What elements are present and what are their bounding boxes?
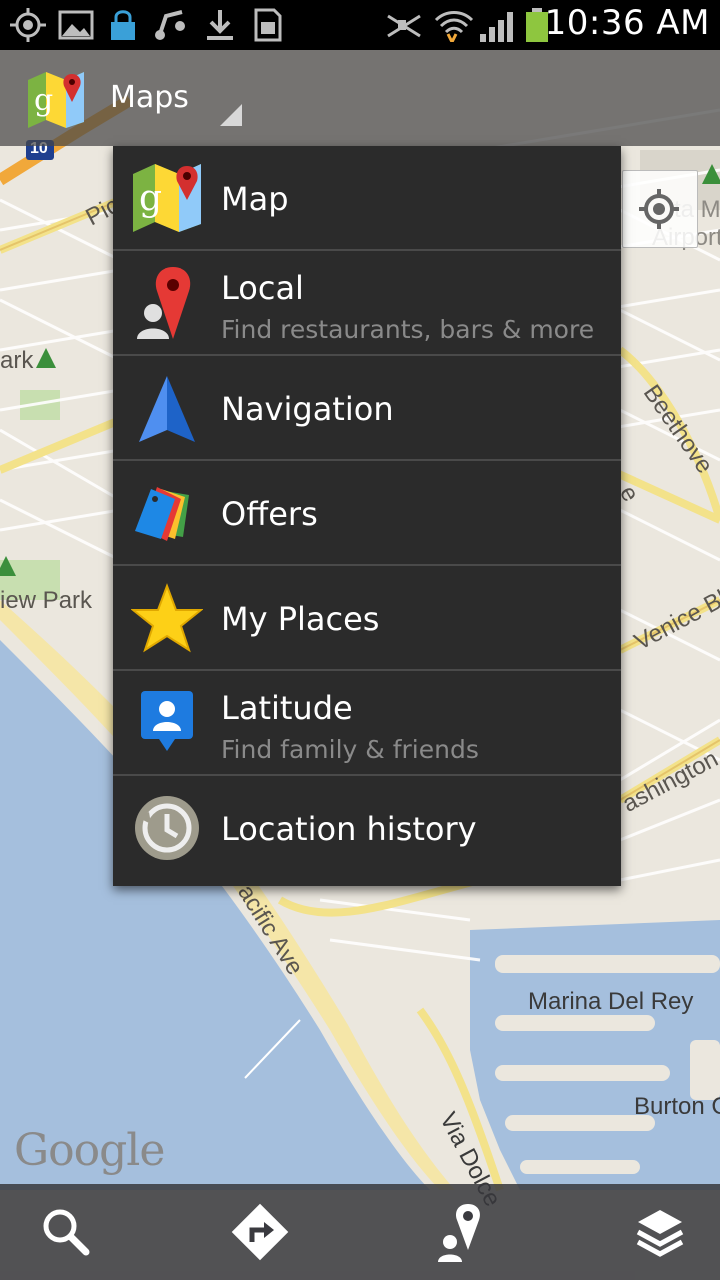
bottom-action-bar bbox=[0, 1184, 720, 1280]
crosshair-icon bbox=[639, 189, 679, 229]
menu-item-subtitle: Find restaurants, bars & more bbox=[221, 315, 595, 344]
map-icon: g bbox=[133, 164, 201, 232]
mute-icon bbox=[387, 14, 421, 38]
directions-icon[interactable] bbox=[230, 1202, 290, 1262]
history-clock-icon bbox=[135, 796, 199, 860]
download-icon bbox=[207, 10, 233, 40]
menu-item-label: Latitude bbox=[221, 689, 353, 727]
svg-text:g: g bbox=[139, 178, 162, 219]
action-bar: g Maps bbox=[0, 50, 720, 146]
map-label-marina: Marina Del Rey bbox=[528, 988, 694, 1015]
my-location-button[interactable] bbox=[622, 170, 698, 248]
menu-item-location-history[interactable]: Location history bbox=[113, 776, 621, 881]
search-icon[interactable] bbox=[36, 1202, 96, 1262]
wifi-icon bbox=[434, 11, 474, 42]
map-label-view-park: iew Park bbox=[0, 587, 93, 614]
menu-item-local[interactable]: Local Find restaurants, bars & more bbox=[113, 251, 621, 356]
menu-item-label: Location history bbox=[221, 810, 477, 848]
menu-item-latitude[interactable]: Latitude Find family & friends bbox=[113, 671, 621, 776]
menu-item-label: Map bbox=[221, 180, 289, 218]
places-pin-icon[interactable] bbox=[430, 1202, 490, 1262]
menu-item-label: Offers bbox=[221, 495, 318, 533]
svg-text:g: g bbox=[34, 83, 53, 118]
menu-item-map[interactable]: g Map bbox=[113, 146, 621, 251]
navigation-arrow-icon bbox=[139, 376, 195, 442]
latitude-person-icon bbox=[141, 691, 193, 751]
google-maps-logo-icon: g bbox=[28, 72, 84, 128]
dropdown-indicator-icon[interactable] bbox=[220, 104, 242, 126]
menu-item-label: My Places bbox=[221, 600, 380, 638]
menu-item-label: Navigation bbox=[221, 390, 394, 428]
image-icon bbox=[58, 10, 94, 40]
signal-icon bbox=[480, 12, 513, 42]
local-pin-icon bbox=[137, 267, 191, 339]
menu-item-navigation[interactable]: Navigation bbox=[113, 356, 621, 461]
menu-item-offers[interactable]: Offers bbox=[113, 461, 621, 566]
status-clock: 10:36 AM bbox=[544, 3, 710, 43]
lock-icon bbox=[111, 10, 135, 40]
menu-item-label: Local bbox=[221, 269, 304, 307]
layers-icon[interactable] bbox=[630, 1202, 690, 1262]
offers-tag-icon bbox=[135, 487, 189, 541]
menu-item-my-places[interactable]: My Places bbox=[113, 566, 621, 671]
music-icon bbox=[155, 10, 185, 40]
map-label-park: ark bbox=[0, 347, 34, 374]
google-attribution-logo: Google bbox=[14, 1125, 165, 1176]
status-bar: 10:36 AM bbox=[0, 0, 720, 50]
star-icon bbox=[131, 583, 203, 653]
sd-card-icon bbox=[254, 8, 282, 42]
map-label-burton: Burton C bbox=[634, 1093, 720, 1120]
layers-dropdown-menu: g Map Local Find restaurants, bars & mor… bbox=[113, 146, 621, 886]
gps-icon bbox=[10, 8, 46, 42]
app-title[interactable]: Maps bbox=[110, 80, 189, 115]
menu-item-subtitle: Find family & friends bbox=[221, 735, 479, 764]
